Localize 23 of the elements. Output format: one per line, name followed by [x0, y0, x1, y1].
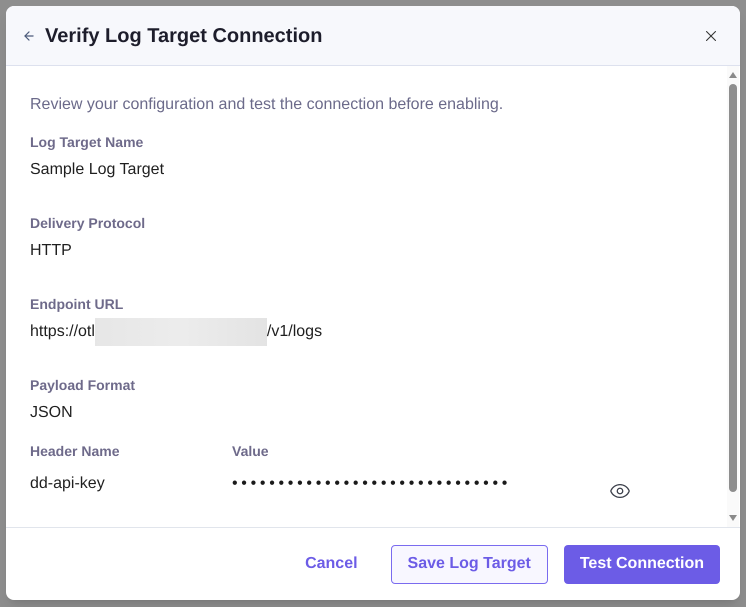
field-value: JSON: [30, 403, 73, 423]
field-label: Log Target Name: [30, 133, 144, 152]
field-label: Payload Format: [30, 376, 136, 395]
scroll-down-icon[interactable]: [729, 515, 737, 521]
test-connection-button[interactable]: Test Connection: [564, 544, 720, 584]
field-value: Sample Log Target: [30, 160, 164, 180]
column-header: Header Name: [30, 443, 120, 459]
dialog-title: Verify Log Target Connection: [45, 24, 322, 48]
field-value: /v1/logs: [266, 322, 322, 342]
field-label: Delivery Protocol: [30, 214, 146, 233]
field-label: Endpoint URL: [30, 295, 124, 314]
eye-icon[interactable]: [609, 481, 631, 501]
back-icon[interactable]: [22, 28, 36, 42]
cancel-button[interactable]: Cancel: [289, 544, 374, 584]
masked-value: ••••••••••••••••••••••••••••••: [232, 475, 512, 492]
field-value: https://otl: [30, 322, 95, 342]
intro-text: Review your configuration and test the connection before enabling.: [30, 95, 504, 115]
field-value: HTTP: [30, 241, 72, 261]
scroll-up-icon[interactable]: [729, 72, 737, 78]
header-name-value: dd-api-key: [30, 475, 105, 492]
save-button[interactable]: Save Log Target: [390, 544, 548, 584]
scrollbar-thumb[interactable]: [729, 84, 737, 492]
column-header: Value: [232, 443, 269, 459]
